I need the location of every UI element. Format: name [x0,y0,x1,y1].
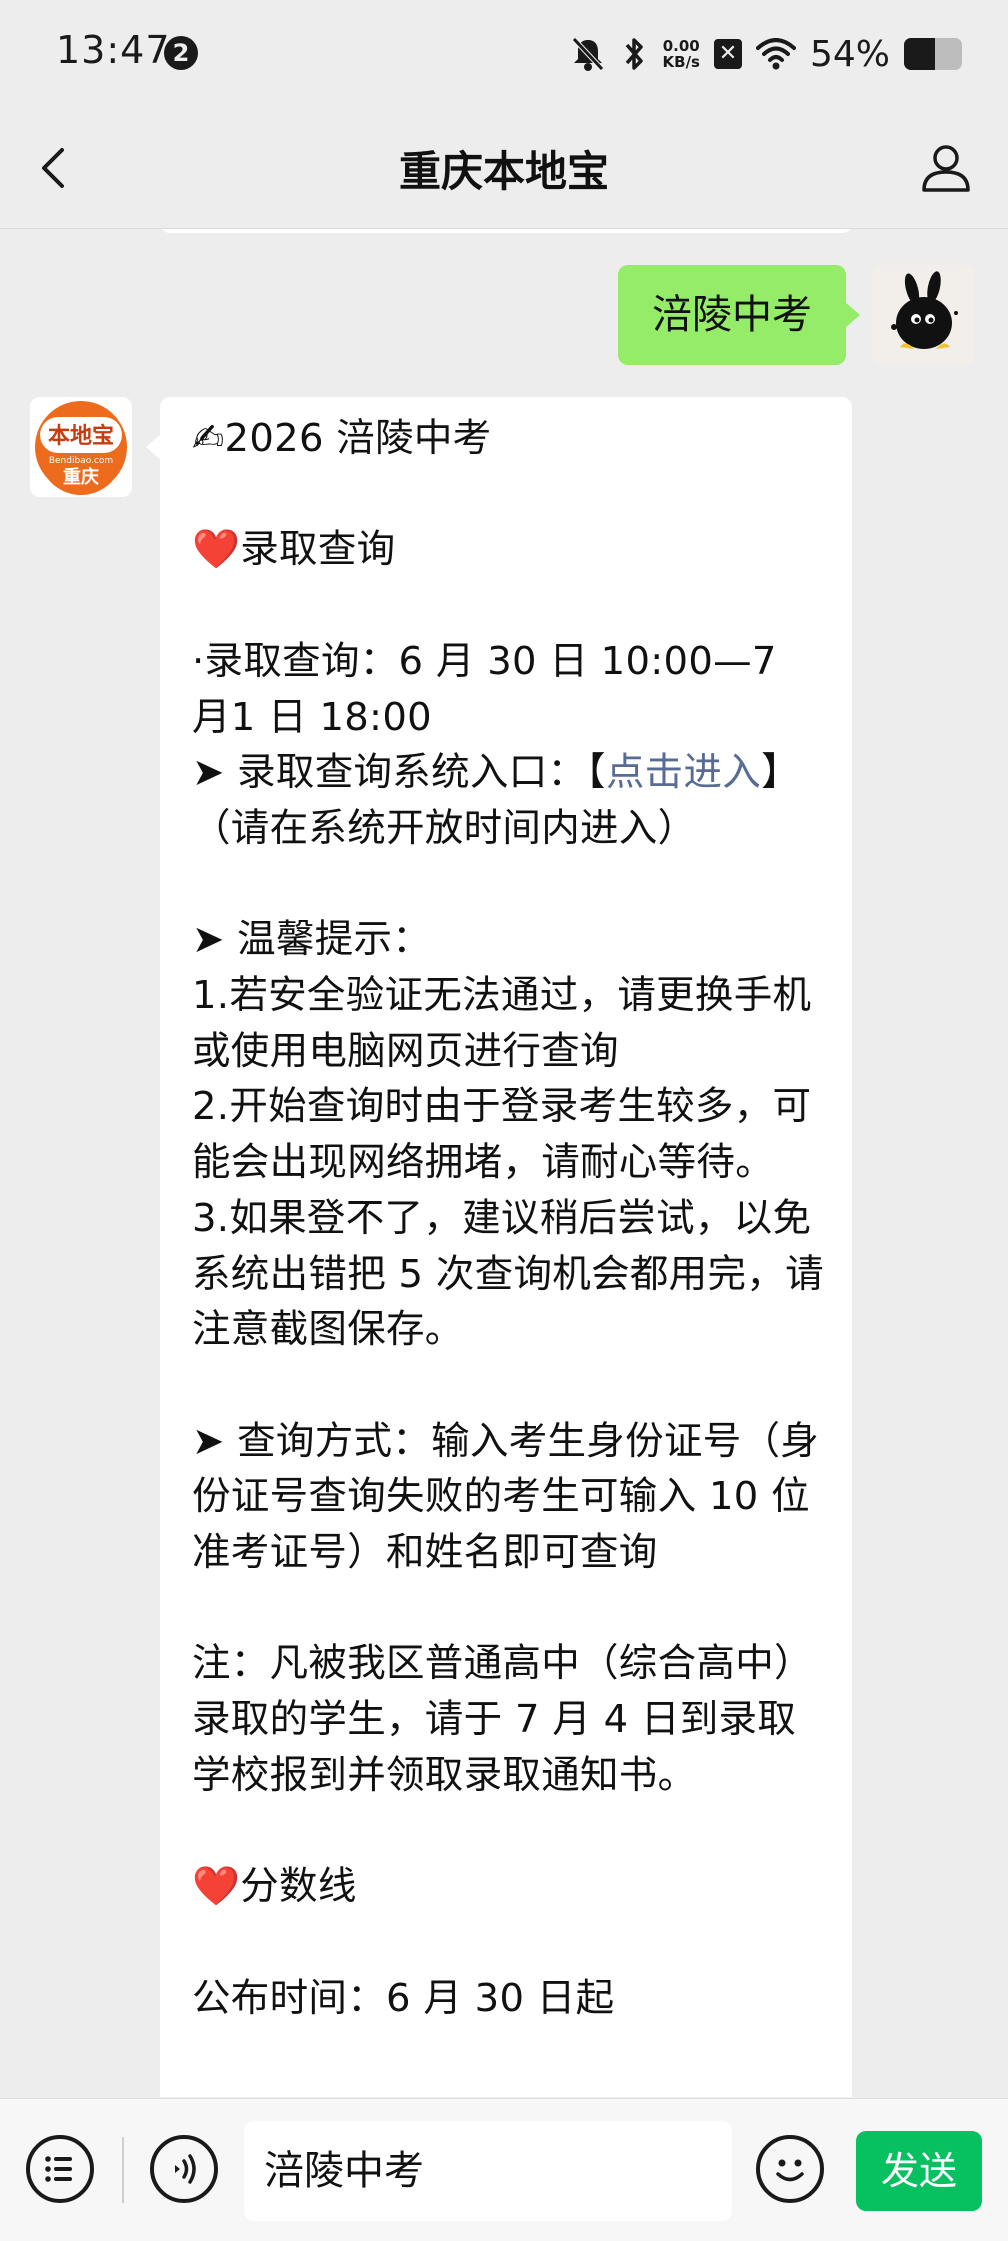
mute-bell-icon [571,37,604,71]
notification-badge-icon: 2 [164,36,198,70]
chat-area[interactable]: 涪陵中考 本地宝 Bendibao.com 重庆 ✍2026 涪陵中考 ❤️录取… [0,229,1008,2097]
voice-icon[interactable] [150,2135,218,2203]
status-icons: 0.00 KB/s ✕ 54% [571,26,962,82]
heart-icon: ❤️ [192,527,241,573]
status-bar: 13:47 2 0.00 KB/s ✕ 54% [0,0,1008,108]
menu-list-icon[interactable] [26,2135,94,2203]
emoji-icon[interactable] [756,2135,824,2203]
my-message-row: 涪陵中考 [618,265,974,365]
voice-glyph [175,2154,196,2184]
send-button[interactable]: 发送 [856,2131,982,2211]
bendibao-logo: 本地宝 Bendibao.com 重庆 [30,397,132,497]
chat-header: 重庆本地宝 [0,108,1008,229]
status-time: 13:47 [56,28,171,72]
profile-icon[interactable] [918,140,974,196]
black-rabbit-avatar-icon [872,265,974,365]
bot-message-text: ✍2026 涪陵中考 ❤️录取查询 ·录取查询：6 月 30 日 10:00—7… [192,411,826,2026]
battery-icon [904,38,962,70]
msg-part-1: ✍2026 涪陵中考 [192,416,492,461]
x-app-icon: ✕ [713,39,742,69]
menu-list-glyph [45,2156,72,2182]
emoji-glyph [776,2159,804,2182]
my-avatar[interactable] [872,265,974,365]
msg-part-4: 分数线 公布时间：6 月 30 日起 [192,1864,615,2021]
heart-icon: ❤️ [192,1864,241,1910]
bluetooth-icon [625,38,643,70]
bot-message-bubble[interactable]: ✍2026 涪陵中考 ❤️录取查询 ·录取查询：6 月 30 日 10:00—7… [146,397,852,2097]
previous-message-bubble [160,229,852,233]
bot-avatar[interactable]: 本地宝 Bendibao.com 重庆 [30,397,132,497]
enter-link[interactable]: 点击进入 [606,750,761,795]
bot-logo-site: Bendibao.com [49,456,113,466]
input-bar-divider [122,2137,124,2203]
bot-logo-city: 重庆 [63,466,99,488]
bot-logo-text: 本地宝 [48,423,114,449]
wifi-icon [755,38,796,70]
battery-fill [904,38,936,70]
input-bar: 涪陵中考 发送 [0,2098,1008,2241]
msg-part-3: 】（请在系统开放时间内进入） ➤ 温馨提示： 1.若安全验证无法通过，请更换手机… [192,750,824,1798]
my-message-bubble[interactable]: 涪陵中考 [618,265,860,365]
chat-title: 重庆本地宝 [398,147,609,196]
message-input[interactable]: 涪陵中考 [244,2121,732,2221]
battery-percent: 54% [809,33,890,75]
network-speed: 0.00 KB/s [662,37,700,71]
